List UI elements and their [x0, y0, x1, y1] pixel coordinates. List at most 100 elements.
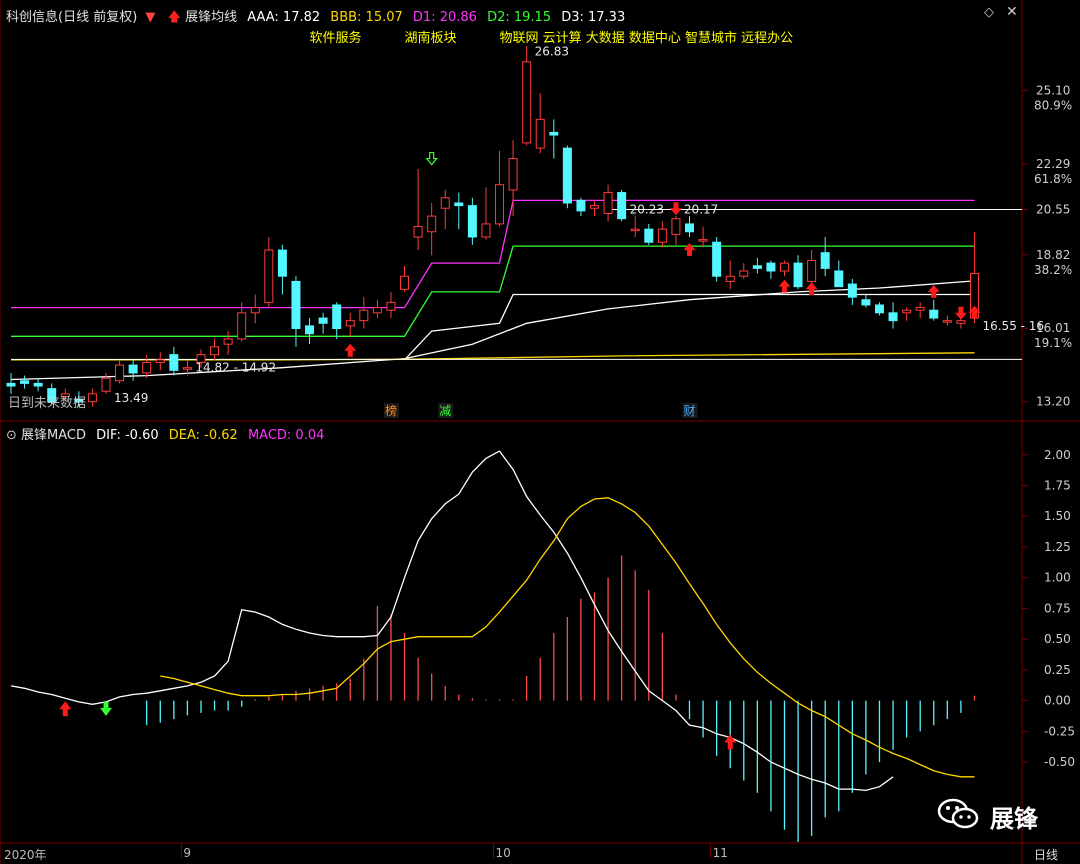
buy-arrow-icon — [683, 243, 696, 257]
candle[interactable] — [956, 320, 966, 324]
buy-arrow-icon — [927, 284, 940, 298]
stock-title[interactable]: 科创信息(日线 前复权) — [6, 10, 137, 25]
candle[interactable] — [657, 228, 667, 243]
candle[interactable] — [671, 218, 681, 235]
candle[interactable] — [155, 359, 165, 363]
candle[interactable] — [874, 304, 884, 314]
indicator-name[interactable]: 展锋均线 — [185, 10, 237, 25]
price-tick-label: 20.55 — [1036, 203, 1070, 217]
candle[interactable] — [33, 382, 43, 387]
candle[interactable] — [590, 205, 600, 209]
candle[interactable] — [549, 131, 559, 136]
price-annotation: 16.55 - 16 — [982, 319, 1044, 333]
candle[interactable] — [522, 61, 532, 144]
candle[interactable] — [712, 241, 722, 277]
candle[interactable] — [386, 301, 396, 311]
candle[interactable] — [644, 228, 654, 243]
candle[interactable] — [305, 325, 315, 335]
candle[interactable] — [902, 309, 912, 314]
candle[interactable] — [576, 199, 586, 212]
candle[interactable] — [739, 270, 749, 277]
candle[interactable] — [332, 304, 342, 329]
candle[interactable] — [685, 223, 694, 233]
candle[interactable] — [698, 239, 708, 242]
candle[interactable] — [223, 338, 233, 345]
candle[interactable] — [359, 309, 369, 322]
candle[interactable] — [182, 367, 192, 370]
candle[interactable] — [345, 320, 355, 327]
candle[interactable] — [318, 317, 328, 324]
candle[interactable] — [142, 361, 152, 374]
candle[interactable] — [766, 262, 776, 272]
candle[interactable] — [929, 309, 939, 319]
series-line-bbb — [11, 352, 975, 361]
candle[interactable] — [467, 205, 477, 238]
candle[interactable] — [630, 228, 640, 232]
sell-outline-arrow-icon — [425, 151, 438, 166]
period-label[interactable]: 日线 — [1034, 846, 1058, 863]
buy-arrow-icon — [344, 343, 357, 357]
candle[interactable] — [250, 307, 260, 314]
candle[interactable] — [617, 192, 627, 220]
candle[interactable] — [291, 280, 301, 329]
candle[interactable] — [562, 147, 572, 204]
candle[interactable] — [888, 312, 898, 322]
candle[interactable] — [942, 320, 952, 323]
candle[interactable] — [535, 118, 545, 149]
candle[interactable] — [87, 393, 97, 403]
candle[interactable] — [210, 346, 220, 356]
macd-tick-label: 2.00 — [1044, 448, 1071, 462]
macd-tick-label: -0.50 — [1044, 755, 1075, 769]
macd-sell-arrow-icon — [99, 701, 112, 716]
candle[interactable] — [128, 364, 138, 374]
candle[interactable] — [603, 192, 613, 214]
price-annotation: 26.83 — [535, 44, 569, 58]
candle[interactable] — [400, 275, 410, 290]
close-icon[interactable]: ✕ — [1006, 4, 1018, 20]
wechat-logo-icon — [936, 797, 982, 831]
candle[interactable] — [915, 307, 925, 311]
macd-tick-label: 1.50 — [1044, 509, 1071, 523]
candle[interactable] — [115, 364, 125, 382]
candle[interactable] — [454, 202, 464, 207]
candle[interactable] — [440, 197, 450, 209]
macd-indicator-name[interactable]: 展锋MACD — [21, 428, 86, 443]
candle[interactable] — [820, 252, 830, 269]
candle[interactable] — [427, 215, 437, 233]
candle[interactable] — [861, 299, 871, 306]
buy-arrow-icon — [778, 279, 791, 293]
concept-label: 软件服务 — [310, 30, 362, 46]
candle[interactable] — [793, 262, 803, 288]
candle[interactable] — [508, 158, 518, 191]
price-annotation: 20.17 — [684, 203, 718, 217]
fib-tick-label: 80.9% — [1034, 99, 1072, 113]
diamond-icon[interactable]: ◇ — [984, 5, 994, 20]
candle[interactable] — [495, 184, 505, 225]
candle[interactable] — [169, 354, 179, 371]
candle[interactable] — [6, 382, 16, 387]
watermark-brand: 展锋 — [990, 805, 1038, 833]
candle[interactable] — [413, 226, 423, 238]
candle[interactable] — [372, 307, 382, 314]
macd-value: MACD: 0.04 — [247, 428, 325, 443]
candle[interactable] — [20, 380, 30, 384]
candle[interactable] — [807, 260, 817, 282]
candle[interactable] — [264, 249, 274, 303]
candle[interactable] — [277, 249, 287, 277]
price-annotation: 13.49 — [114, 391, 148, 405]
candle[interactable] — [237, 312, 247, 340]
d3-value: D3: 17.33 — [561, 10, 626, 25]
candle[interactable] — [752, 265, 762, 269]
candle[interactable] — [481, 223, 491, 238]
candle[interactable] — [847, 283, 857, 298]
candle[interactable] — [101, 377, 111, 392]
collapse-icon[interactable]: ⊙ — [6, 428, 17, 443]
d2-value: D2: 19.15 — [487, 10, 552, 25]
arrow-down-icon[interactable]: ▼ — [145, 10, 155, 25]
candle[interactable] — [725, 275, 735, 282]
macd-tick-label: 1.75 — [1044, 478, 1071, 492]
macd-buy-arrow-icon — [59, 701, 72, 717]
candle[interactable] — [779, 262, 789, 272]
macd-tick-label: 0.50 — [1044, 632, 1071, 646]
candle[interactable] — [834, 270, 844, 288]
